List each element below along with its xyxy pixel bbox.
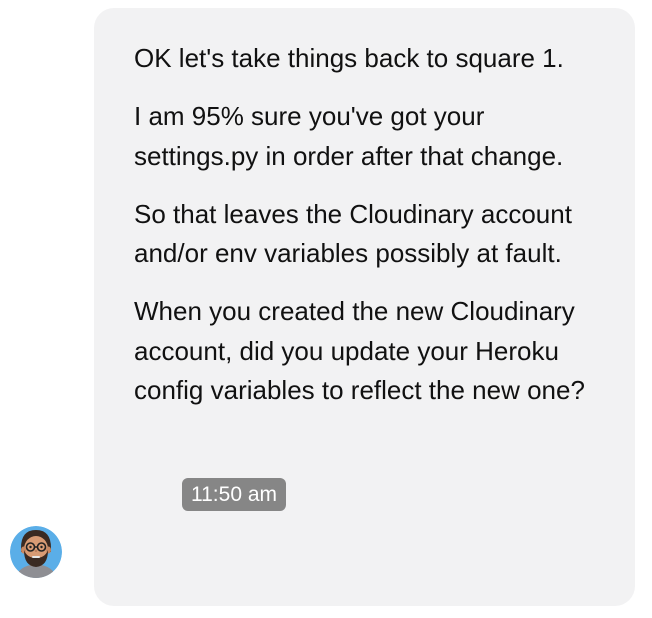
message-paragraph: I am 95% sure you've got your settings.p… — [134, 101, 564, 171]
sender-avatar[interactable] — [10, 526, 62, 578]
message-bubble[interactable]: OK let's take things back to square 1. I… — [94, 8, 635, 606]
bearded-man-with-glasses-icon — [10, 526, 62, 578]
chat-thread: OK let's take things back to square 1. I… — [0, 0, 652, 618]
message-paragraph: So that leaves the Cloudinary account an… — [134, 198, 572, 269]
message-paragraph: When you created the new Cloudinary acco… — [134, 296, 585, 406]
message-paragraph: OK let's take things back to square 1. — [134, 43, 564, 73]
message-timestamp-tooltip: 11:50 am — [182, 478, 286, 511]
